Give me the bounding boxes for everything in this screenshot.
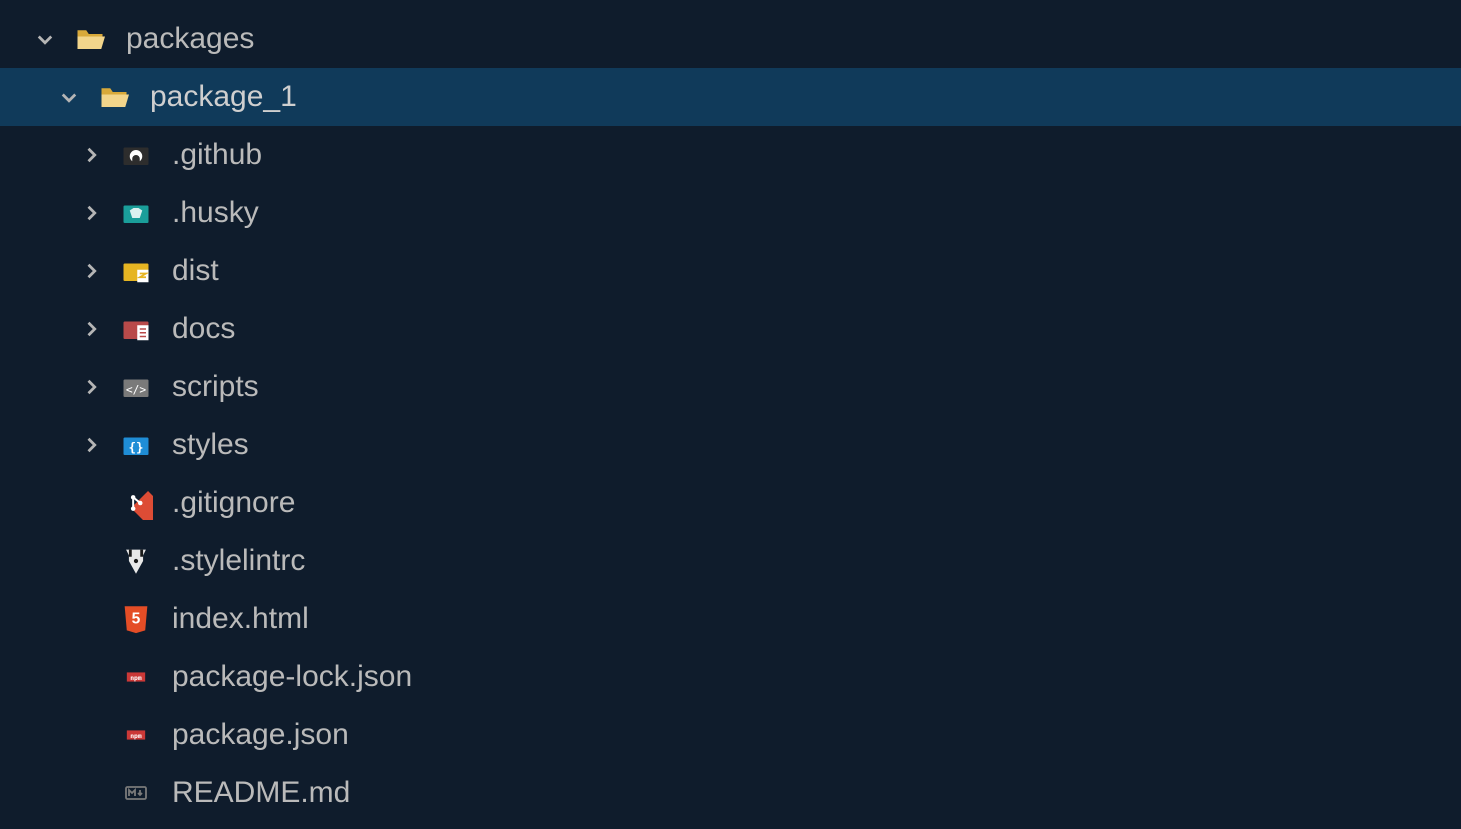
svg-text:npm: npm xyxy=(130,732,142,740)
tree-file-index-html[interactable]: 5 index.html xyxy=(0,590,1461,648)
docs-folder-icon xyxy=(118,311,154,347)
git-file-icon xyxy=(118,485,154,521)
tree-file-readme-md[interactable]: README.md xyxy=(0,764,1461,822)
styles-folder-icon: {} xyxy=(118,427,154,463)
folder-label: .husky xyxy=(172,196,259,230)
tree-folder-github[interactable]: .github xyxy=(0,126,1461,184)
scripts-folder-icon: </> xyxy=(118,369,154,405)
tree-folder-packages[interactable]: packages xyxy=(0,10,1461,68)
svg-text:5: 5 xyxy=(132,610,141,627)
husky-folder-icon xyxy=(118,195,154,231)
tree-file-package-json[interactable]: npm package.json xyxy=(0,706,1461,764)
npm-file-icon: npm xyxy=(118,659,154,695)
markdown-file-icon xyxy=(118,775,154,811)
folder-label: packages xyxy=(126,22,254,56)
chevron-right-icon xyxy=(76,140,106,170)
chevron-right-icon xyxy=(76,256,106,286)
npm-file-icon: npm xyxy=(118,717,154,753)
folder-label: dist xyxy=(172,254,219,288)
folder-label: docs xyxy=(172,312,235,346)
github-folder-icon xyxy=(118,137,154,173)
stylelint-file-icon xyxy=(118,543,154,579)
folder-label: styles xyxy=(172,428,249,462)
chevron-right-icon xyxy=(76,314,106,344)
tree-folder-dist[interactable]: dist xyxy=(0,242,1461,300)
folder-label: scripts xyxy=(172,370,259,404)
file-label: package-lock.json xyxy=(172,660,412,694)
tree-folder-husky[interactable]: .husky xyxy=(0,184,1461,242)
html-file-icon: 5 xyxy=(118,601,154,637)
chevron-right-icon xyxy=(76,372,106,402)
svg-text:npm: npm xyxy=(130,674,142,682)
folder-label: .github xyxy=(172,138,262,172)
svg-text:{}: {} xyxy=(128,439,143,454)
file-label: .gitignore xyxy=(172,486,295,520)
dist-folder-icon xyxy=(118,253,154,289)
tree-file-stylelintrc[interactable]: .stylelintrc xyxy=(0,532,1461,590)
file-label: index.html xyxy=(172,602,309,636)
chevron-down-icon xyxy=(54,82,84,112)
tree-file-package-lock-json[interactable]: npm package-lock.json xyxy=(0,648,1461,706)
file-label: .stylelintrc xyxy=(172,544,305,578)
file-label: package.json xyxy=(172,718,349,752)
file-label: README.md xyxy=(172,776,350,810)
tree-folder-styles[interactable]: {} styles xyxy=(0,416,1461,474)
tree-folder-docs[interactable]: docs xyxy=(0,300,1461,358)
folder-label: package_1 xyxy=(150,80,297,114)
folder-open-icon xyxy=(96,79,132,115)
folder-open-icon xyxy=(72,21,108,57)
svg-text:</>: </> xyxy=(126,383,147,396)
tree-folder-scripts[interactable]: </> scripts xyxy=(0,358,1461,416)
chevron-right-icon xyxy=(76,430,106,460)
tree-folder-package-1[interactable]: package_1 xyxy=(0,68,1461,126)
chevron-right-icon xyxy=(76,198,106,228)
chevron-down-icon xyxy=(30,24,60,54)
tree-file-gitignore[interactable]: .gitignore xyxy=(0,474,1461,532)
